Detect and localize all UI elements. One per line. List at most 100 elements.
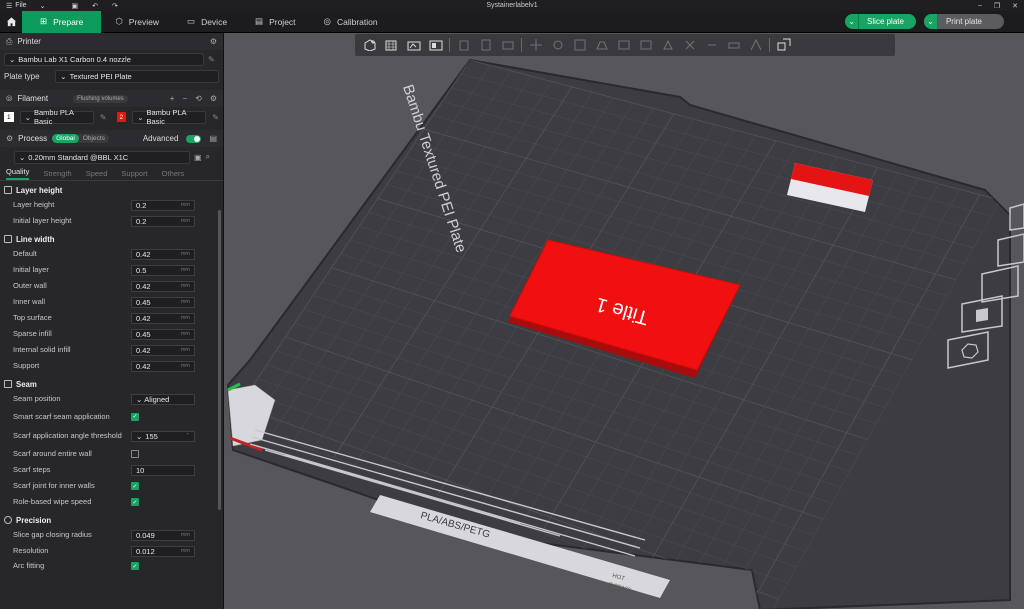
home-button[interactable] bbox=[0, 11, 22, 33]
save-icon[interactable]: ▣ bbox=[71, 2, 78, 10]
search-icon[interactable]: ⌕ bbox=[206, 152, 210, 162]
process-scope-switch[interactable]: Global Objects bbox=[52, 134, 109, 143]
add-icon[interactable]: + bbox=[170, 94, 175, 103]
close-icon[interactable]: ✕ bbox=[1012, 2, 1018, 10]
save-icon[interactable]: ▣ bbox=[194, 153, 202, 162]
add-object-icon[interactable] bbox=[361, 37, 378, 53]
advanced-toggle[interactable] bbox=[186, 134, 202, 143]
tab-strength[interactable]: Strength bbox=[43, 169, 71, 180]
tab-support[interactable]: Support bbox=[121, 169, 147, 180]
flushing-volumes-button[interactable]: Flushing volumes bbox=[73, 94, 128, 103]
tab-others[interactable]: Others bbox=[162, 169, 185, 180]
tab-device[interactable]: ▭ Device bbox=[173, 11, 241, 33]
paste-icon[interactable] bbox=[477, 37, 494, 53]
gear-icon[interactable]: ⚙ bbox=[210, 37, 217, 46]
tab-calibration[interactable]: ◎ Calibration bbox=[310, 11, 392, 33]
sync-icon[interactable]: ⟲ bbox=[195, 94, 202, 103]
rotate-icon[interactable] bbox=[549, 37, 566, 53]
tab-speed[interactable]: Speed bbox=[86, 169, 108, 180]
initial-layer-height-input[interactable]: 0.2 mm bbox=[131, 215, 195, 227]
printer-section-header[interactable]: ⎙ Printer ⚙ bbox=[0, 33, 223, 50]
tab-quality[interactable]: Quality bbox=[6, 167, 30, 180]
tab-project[interactable]: ▤ Project bbox=[241, 11, 310, 33]
filament-slot-1-select[interactable]: ⌄ Bambu PLA Basic bbox=[19, 108, 94, 126]
support-width-input[interactable]: 0.42 mm bbox=[131, 360, 195, 372]
support-paint-icon[interactable] bbox=[659, 37, 676, 53]
move-icon[interactable] bbox=[527, 37, 544, 53]
filament-slot-2-select[interactable]: ⌄ Bambu PLA Basic bbox=[132, 108, 207, 126]
file-menu[interactable]: ☰ File ⌄ bbox=[0, 2, 45, 10]
resolution-input[interactable]: 0.012 mm bbox=[131, 545, 195, 557]
gear-icon[interactable]: ⚙ bbox=[210, 94, 217, 103]
scarf-entire-checkbox[interactable] bbox=[131, 450, 139, 458]
scarf-inner-checkbox[interactable]: ✓ bbox=[131, 482, 139, 490]
param-initial-layer-height: Initial layer height 0.2 mm bbox=[0, 213, 223, 229]
scarf-angle-spinner[interactable]: ⌄ 155 ⌃ bbox=[131, 430, 195, 442]
cut-icon[interactable] bbox=[615, 37, 632, 53]
param-value: 0.049 bbox=[136, 530, 155, 540]
remove-icon[interactable]: − bbox=[182, 94, 187, 103]
param-label: Scarf joint for inner walls bbox=[13, 481, 95, 490]
split-icon[interactable] bbox=[499, 37, 516, 53]
text-emboss-icon[interactable] bbox=[703, 37, 720, 53]
main-nav: ⊞ Prepare ⬡ Preview ▭ Device ▤ Project ◎… bbox=[0, 10, 1024, 33]
measure-icon[interactable] bbox=[725, 37, 742, 53]
tab-preview[interactable]: ⬡ Preview bbox=[101, 11, 173, 33]
role-wipe-checkbox[interactable]: ✓ bbox=[131, 498, 139, 506]
filament-section-header[interactable]: ⦾ Filament Flushing volumes + − ⟲ ⚙ bbox=[0, 90, 223, 107]
slice-gap-input[interactable]: 0.049 mm bbox=[131, 529, 195, 541]
spinner-arrows-icon[interactable]: ⌃ bbox=[185, 433, 190, 439]
chevron-down-icon[interactable]: ⌄ bbox=[845, 14, 860, 29]
objects-option[interactable]: Objects bbox=[79, 134, 109, 143]
collapse-panel-icon[interactable] bbox=[1009, 203, 1024, 231]
arrange-icon[interactable] bbox=[405, 37, 422, 53]
edit-icon[interactable]: ✎ bbox=[100, 113, 107, 122]
arc-fitting-checkbox[interactable]: ✓ bbox=[131, 562, 139, 570]
seam-position-select[interactable]: ⌄ Aligned bbox=[131, 393, 195, 405]
smart-scarf-checkbox[interactable]: ✓ bbox=[131, 412, 139, 421]
scarf-steps-input[interactable]: 10 bbox=[131, 464, 195, 476]
scale-icon[interactable] bbox=[571, 37, 588, 53]
process-preset-select[interactable]: ⌄ 0.20mm Standard @BBL X1C bbox=[14, 150, 190, 164]
variable-layer-icon[interactable] bbox=[775, 37, 792, 53]
seam-paint-icon[interactable] bbox=[681, 37, 698, 53]
printer-select[interactable]: ⌄ Bambu Lab X1 Carbon 0.4 nozzle bbox=[4, 52, 204, 66]
param-internal-solid-infill-width: Internal solid infill 0.42 mm bbox=[0, 342, 223, 358]
lay-on-face-icon[interactable] bbox=[593, 37, 610, 53]
compare-icon[interactable]: ▤ bbox=[209, 134, 217, 143]
restore-icon[interactable]: ❐ bbox=[994, 2, 1000, 10]
minimize-icon[interactable]: – bbox=[978, 2, 982, 10]
hexagon-nut-icon[interactable] bbox=[947, 331, 989, 369]
tab-prepare[interactable]: ⊞ Prepare bbox=[22, 10, 102, 33]
undo-icon[interactable]: ↶ bbox=[92, 2, 98, 10]
chevron-down-icon[interactable]: ⌄ bbox=[923, 14, 938, 29]
add-plate-icon[interactable] bbox=[383, 37, 400, 53]
mesh-boolean-icon[interactable] bbox=[637, 37, 654, 53]
default-width-input[interactable]: 0.42 mm bbox=[131, 248, 195, 260]
sparse-infill-width-input[interactable]: 0.45 mm bbox=[131, 328, 195, 340]
plate-type-select[interactable]: ⌄ Textured PEI Plate bbox=[55, 70, 219, 83]
layer-height-input[interactable]: 0.2 mm bbox=[131, 199, 195, 211]
edit-icon[interactable]: ✎ bbox=[212, 113, 219, 122]
build-plate-scene[interactable]: Bambu Textured PEI Plate PLA/ABS/PETG HO… bbox=[224, 33, 1024, 609]
unit-label: mm bbox=[180, 299, 190, 305]
3d-viewport[interactable]: Bambu Textured PEI Plate PLA/ABS/PETG HO… bbox=[224, 33, 1024, 609]
edit-icon[interactable]: ✎ bbox=[208, 55, 215, 64]
assembly-icon[interactable] bbox=[747, 37, 764, 53]
chevron-down-icon: ⌄ bbox=[136, 431, 143, 441]
unit-label: mm bbox=[180, 267, 190, 273]
sidebar-scrollbar[interactable] bbox=[218, 210, 221, 510]
view-top-icon[interactable] bbox=[997, 233, 1024, 267]
internal-solid-infill-width-input[interactable]: 0.42 mm bbox=[131, 344, 195, 356]
global-option[interactable]: Global bbox=[52, 134, 79, 143]
redo-icon[interactable]: ↷ bbox=[112, 2, 118, 10]
outer-wall-width-input[interactable]: 0.42 mm bbox=[131, 280, 195, 292]
top-surface-width-input[interactable]: 0.42 mm bbox=[131, 312, 195, 324]
orient-icon[interactable] bbox=[427, 37, 444, 53]
initial-layer-width-input[interactable]: 0.5 mm bbox=[131, 264, 195, 276]
copy-icon[interactable] bbox=[455, 37, 472, 53]
print-plate-button[interactable]: ⌄ Print plate bbox=[923, 14, 1004, 29]
process-section-header[interactable]: ⚙ Process Global Objects Advanced ▤ bbox=[0, 130, 223, 147]
inner-wall-width-input[interactable]: 0.45 mm bbox=[131, 296, 195, 308]
slice-plate-button[interactable]: ⌄ Slice plate bbox=[845, 14, 916, 29]
